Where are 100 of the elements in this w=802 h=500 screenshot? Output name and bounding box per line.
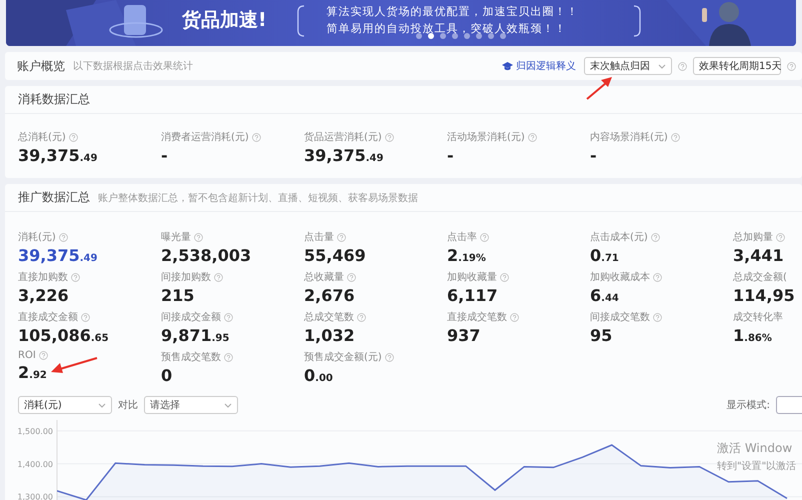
- metric-label: 直接加购数: [18, 270, 68, 284]
- metric-value: 2,676: [304, 287, 355, 305]
- banner-title: 货品加速!: [182, 8, 267, 33]
- metric-label: 消耗(元): [18, 230, 56, 244]
- metric-label: 直接成交笔数: [447, 310, 507, 324]
- metric-label: 预售成交金额(元): [304, 350, 382, 364]
- section-title: 账户概览: [17, 58, 65, 74]
- metric-value: 39,375.49: [18, 147, 98, 167]
- help-icon[interactable]: [252, 132, 261, 142]
- help-icon[interactable]: [224, 352, 233, 362]
- compare-label: 对比: [118, 398, 138, 412]
- metric-value: 9,871.95: [161, 327, 230, 347]
- help-icon[interactable]: [194, 232, 203, 242]
- help-icon[interactable]: [384, 132, 394, 142]
- metric-label: 总成交金额(: [733, 270, 787, 284]
- display-mode-button[interactable]: [776, 396, 802, 414]
- metric-label: 活动场景消耗(元): [447, 130, 525, 144]
- section-hint: 以下数据根据点击效果统计: [73, 60, 193, 73]
- metric-label: 点击成本(元): [590, 230, 648, 244]
- help-icon[interactable]: [678, 62, 687, 70]
- metric-value: 6.44: [590, 287, 619, 307]
- carousel-dot[interactable]: [452, 33, 458, 39]
- compare-select[interactable]: 请选择: [144, 396, 238, 414]
- metric-value: 55,469: [304, 247, 366, 265]
- metric-value: -: [447, 147, 454, 165]
- help-icon[interactable]: [71, 272, 80, 282]
- help-icon[interactable]: [58, 232, 68, 242]
- help-icon[interactable]: [68, 132, 78, 142]
- metric-label: 间接成交笔数: [590, 310, 650, 324]
- metric-value: 937: [447, 327, 480, 345]
- metric-value: 0.00: [304, 367, 333, 387]
- metric-value: 3,441: [733, 247, 784, 265]
- section-hint: 账户整体数据汇总，暂不包含超新计划、直播、短视频、获客易场景数据: [98, 192, 418, 204]
- caret-icon: [98, 402, 106, 408]
- help-icon[interactable]: [787, 62, 796, 70]
- metric-label: 加购收藏量: [447, 270, 497, 284]
- metric-label: 消费者运营消耗(元): [161, 130, 249, 144]
- display-mode-label: 显示模式:: [726, 398, 770, 412]
- section-title: 消耗数据汇总: [18, 91, 90, 108]
- help-icon[interactable]: [214, 272, 223, 282]
- metric-label: 点击量: [304, 230, 334, 244]
- metric-label: 总成交笔数: [304, 310, 354, 324]
- metric-value: 1.86%: [733, 327, 772, 347]
- help-icon[interactable]: [653, 312, 662, 322]
- help-icon[interactable]: [81, 312, 90, 322]
- help-icon[interactable]: [224, 312, 233, 322]
- help-icon[interactable]: [528, 132, 537, 142]
- metric-label: 直接成交金额: [18, 310, 78, 324]
- banner-text: 算法实现人货场的最优配置，加速宝贝出圈！！: [326, 4, 579, 19]
- attribution-link[interactable]: 归因逻辑释义: [502, 59, 576, 73]
- select-field[interactable]: 末次触点归因: [584, 57, 672, 75]
- banner-text: 简单易用的自动投放工具，突破人效瓶颈！！: [326, 21, 568, 36]
- metric-value: 1,032: [304, 327, 355, 345]
- activation-notice-title: 激活 Window: [717, 440, 794, 457]
- select-field[interactable]: 效果转化周期15天: [693, 57, 781, 75]
- carousel-dot[interactable]: [488, 33, 494, 39]
- carousel-dot[interactable]: [440, 33, 446, 39]
- graduation-cap-icon: [502, 62, 513, 70]
- metric-label: 总加购量: [733, 230, 773, 244]
- help-icon[interactable]: [38, 351, 48, 360]
- metric-value: 3,226: [18, 287, 69, 305]
- arrow-annotation: [586, 77, 612, 100]
- help-icon[interactable]: [347, 272, 356, 282]
- help-icon[interactable]: [510, 312, 519, 322]
- carousel-dot[interactable]: [500, 33, 506, 39]
- axis-tick-label: 1,400.00: [17, 460, 53, 469]
- metric-select[interactable]: 消耗(元): [18, 396, 112, 414]
- help-icon[interactable]: [500, 272, 509, 282]
- metric-label: 货品运营消耗(元): [304, 130, 382, 144]
- metric-value: 2.92: [18, 364, 47, 384]
- help-icon[interactable]: [337, 232, 346, 242]
- metric-value: -: [590, 147, 597, 165]
- metric-value: 2.19%: [447, 247, 486, 267]
- metric-value: 39,375.49: [304, 147, 384, 167]
- metric-label: 总收藏量: [304, 270, 344, 284]
- help-icon[interactable]: [670, 132, 680, 142]
- metric-label: 加购收藏成本: [590, 270, 650, 284]
- metric-value: 105,086.65: [18, 327, 109, 347]
- help-icon[interactable]: [480, 232, 489, 242]
- metric-label: 总消耗(元): [18, 130, 66, 144]
- help-icon[interactable]: [650, 232, 660, 242]
- help-icon[interactable]: [357, 312, 366, 322]
- caret-icon: [224, 402, 232, 408]
- help-icon[interactable]: [653, 272, 662, 282]
- metric-label: 成交转化率: [733, 310, 783, 324]
- carousel-dot[interactable]: [416, 33, 422, 39]
- metric-value: 0: [161, 367, 172, 385]
- axis-tick-label: 1,500.00: [17, 426, 53, 436]
- metric-value: 95: [590, 327, 612, 345]
- help-icon[interactable]: [384, 352, 394, 362]
- carousel-dot[interactable]: [476, 33, 482, 39]
- activation-notice-text: 转到"设置"以激活: [717, 460, 796, 473]
- caret-icon: [658, 64, 666, 68]
- carousel-dot[interactable]: [464, 33, 470, 39]
- metric-value: 215: [161, 287, 194, 305]
- metric-label: 点击率: [447, 230, 477, 244]
- metric-label: 间接成交金额: [161, 310, 221, 324]
- section-title: 推广数据汇总: [18, 189, 90, 206]
- metric-label: 预售成交笔数: [161, 350, 221, 364]
- help-icon[interactable]: [776, 232, 785, 242]
